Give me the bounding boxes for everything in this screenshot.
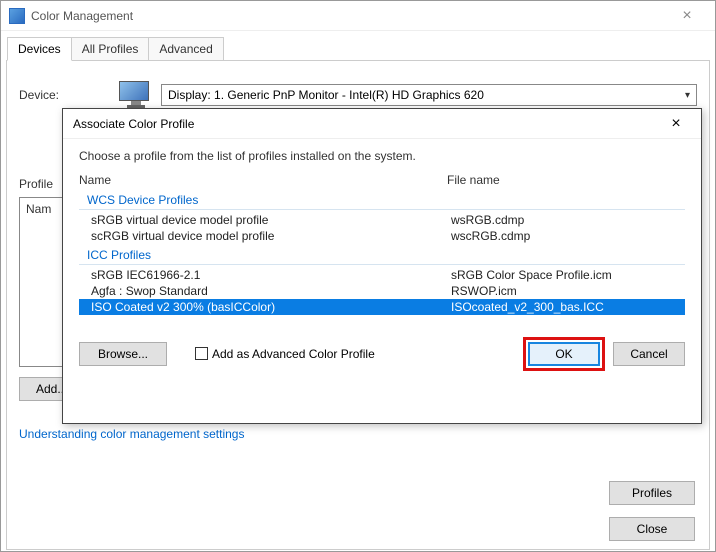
tab-all-profiles[interactable]: All Profiles [71,37,150,61]
profile-list-header: Name File name [79,171,685,189]
tab-advanced[interactable]: Advanced [148,37,223,61]
associate-color-profile-dialog: Associate Color Profile × Choose a profi… [62,108,702,424]
list-item[interactable]: scRGB virtual device model profile wscRG… [79,228,685,244]
profile-file: RSWOP.icm [451,284,685,298]
profiles-label: Profile [19,177,53,191]
understanding-link[interactable]: Understanding color management settings [19,427,244,441]
add-advanced-checkbox[interactable]: Add as Advanced Color Profile [195,347,375,361]
list-item[interactable]: sRGB virtual device model profile wsRGB.… [79,212,685,228]
dialog-title-bar: Associate Color Profile × [63,109,701,139]
browse-button[interactable]: Browse... [79,342,167,366]
profile-file: wsRGB.cdmp [451,213,685,227]
profile-name: Agfa : Swop Standard [91,284,451,298]
wcs-group-header: WCS Device Profiles [87,193,685,207]
device-row: Device: Display: 1. Generic PnP Monitor … [19,81,697,109]
dialog-body: Choose a profile from the list of profil… [63,139,701,383]
tab-strip: Devices All Profiles Advanced [1,31,715,61]
col-name-header[interactable]: Name [79,173,447,187]
chevron-down-icon: ▾ [685,90,690,101]
cancel-button[interactable]: Cancel [613,342,685,366]
profile-name: sRGB virtual device model profile [91,213,451,227]
device-select-value: Display: 1. Generic PnP Monitor - Intel(… [168,88,484,102]
list-item[interactable]: Agfa : Swop Standard RSWOP.icm [79,283,685,299]
close-icon[interactable]: × [667,7,707,25]
profile-name: sRGB IEC61966-2.1 [91,268,451,282]
profile-file: ISOcoated_v2_300_bas.ICC [451,300,685,314]
profiles-button[interactable]: Profiles [609,481,695,505]
main-title-bar: Color Management × [1,1,715,31]
list-item[interactable]: sRGB IEC61966-2.1 sRGB Color Space Profi… [79,267,685,283]
app-icon [9,8,25,24]
profile-file: wscRGB.cdmp [451,229,685,243]
device-select[interactable]: Display: 1. Generic PnP Monitor - Intel(… [161,84,697,106]
dialog-button-row: Browse... Add as Advanced Color Profile … [79,337,685,371]
profiles-col-name: Nam [26,202,51,216]
ok-highlight: OK [523,337,605,371]
ok-button[interactable]: OK [528,342,600,366]
tab-devices[interactable]: Devices [7,37,72,61]
profile-name: scRGB virtual device model profile [91,229,451,243]
profile-name: ISO Coated v2 300% (basICColor) [91,300,451,314]
dialog-title: Associate Color Profile [73,117,661,131]
profile-file: sRGB Color Space Profile.icm [451,268,685,282]
dialog-close-icon[interactable]: × [661,115,691,133]
add-advanced-label: Add as Advanced Color Profile [212,347,375,361]
icc-group-header: ICC Profiles [87,248,685,262]
device-label: Device: [19,88,119,102]
monitor-icon [119,81,153,109]
list-item-selected[interactable]: ISO Coated v2 300% (basICColor) ISOcoate… [79,299,685,315]
close-button[interactable]: Close [609,517,695,541]
col-file-header[interactable]: File name [447,173,685,187]
dialog-instruction: Choose a profile from the list of profil… [79,149,685,163]
window-title: Color Management [31,9,667,23]
checkbox-icon [195,347,208,360]
